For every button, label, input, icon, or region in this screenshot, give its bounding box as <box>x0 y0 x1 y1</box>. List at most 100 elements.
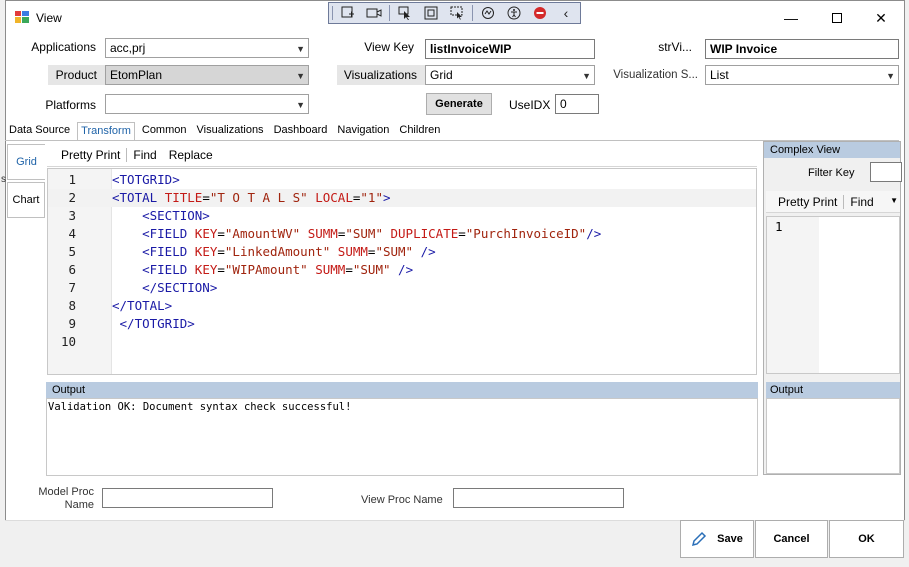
maximize-button[interactable] <box>814 5 860 31</box>
code-token: <TOTAL <box>112 190 165 205</box>
viewkey-input[interactable]: listInvoiceWIP <box>425 39 595 59</box>
close-button[interactable]: ✕ <box>858 5 904 31</box>
accessibility-icon[interactable] <box>503 4 525 22</box>
code-text: <FIELD KEY="LinkedAmount" SUMM="SUM" /> <box>112 243 436 261</box>
code-line: 10 <box>48 333 756 351</box>
vis-s-value: List <box>710 68 729 82</box>
code-text: <TOTGRID> <box>112 171 180 189</box>
window-title: View <box>36 11 62 25</box>
cv-editor[interactable]: 1 <box>766 216 900 374</box>
debug-toolbar: ‹ <box>328 2 581 24</box>
code-line: 6 <FIELD KEY="WIPAmount" SUMM="SUM" /> <box>48 261 756 279</box>
tab-data-source[interactable]: Data Source <box>6 122 73 140</box>
model-proc-input[interactable] <box>102 488 273 508</box>
tab-visualizations[interactable]: Visualizations <box>194 122 267 140</box>
code-line: 8 </TOTAL> <box>48 297 756 315</box>
cv-output-header: Output <box>766 382 900 398</box>
code-token: DUPLICATE <box>382 226 459 241</box>
code-line: 2 <TOTAL TITLE="T O T A L S" LOCAL="1"> <box>48 189 756 207</box>
code-token: = <box>458 226 466 241</box>
product-select[interactable]: EtomPlan ▼ <box>105 65 309 85</box>
code-token: SUMM <box>330 244 368 259</box>
code-text: <TOTAL TITLE="T O T A L S" LOCAL="1"> <box>112 189 391 207</box>
generate-button[interactable]: Generate <box>426 93 492 115</box>
cv-output-console <box>766 398 900 474</box>
overflow-chevron-icon[interactable]: ▼ <box>890 196 898 205</box>
code-line: 4 <FIELD KEY="AmountWV" SUMM="SUM" DUPLI… <box>48 225 756 243</box>
applications-label: Applications <box>31 40 96 54</box>
editor-toolbar: Pretty Print Find Replace <box>47 143 757 167</box>
vtab-grid[interactable]: Grid <box>7 144 45 180</box>
stop-icon[interactable] <box>529 4 551 22</box>
toolbar-separator <box>843 194 845 209</box>
platforms-select[interactable]: ▼ <box>105 94 309 114</box>
code-token: KEY <box>194 244 218 259</box>
save-label: Save <box>717 533 743 545</box>
chevron-down-icon: ▼ <box>296 100 305 110</box>
tab-children[interactable]: Children <box>396 122 443 140</box>
chevron-left-icon[interactable]: ‹ <box>555 4 577 22</box>
frame-icon[interactable] <box>420 4 442 22</box>
line-number: 10 <box>60 334 76 349</box>
code-token: <FIELD <box>112 226 195 241</box>
view-proc-input[interactable] <box>453 488 624 508</box>
save-button[interactable]: Save <box>680 520 754 558</box>
line-number: 4 <box>68 226 76 241</box>
pencil-icon <box>692 531 707 547</box>
tab-strip: Data Source Transform Common Visualizations… <box>6 122 447 140</box>
code-token: </SECTION> <box>112 280 218 295</box>
select-pointer-icon[interactable] <box>394 4 416 22</box>
eye-icon[interactable] <box>477 4 499 22</box>
pretty-print-button[interactable]: Pretty Print <box>55 148 126 162</box>
visualizations-select[interactable]: Grid ▼ <box>425 65 595 85</box>
cv-find-button[interactable]: Find <box>850 195 873 209</box>
code-token: <TOTGRID> <box>112 172 180 187</box>
product-label: Product <box>48 65 105 85</box>
video-icon[interactable] <box>363 4 385 22</box>
filter-key-label: Filter Key <box>808 167 855 179</box>
tab-navigation[interactable]: Navigation <box>334 122 392 140</box>
code-token: "SUM" <box>352 262 391 277</box>
vis-s-select[interactable]: List ▼ <box>705 65 899 85</box>
code-editor[interactable]: 1 <TOTGRID> 2 <TOTAL TITLE="T O T A L S" LO… <box>47 168 757 375</box>
replace-button[interactable]: Replace <box>163 148 219 162</box>
cv-line-number: 1 <box>775 219 783 234</box>
useidx-input[interactable]: 0 <box>555 94 599 114</box>
find-button[interactable]: Find <box>127 148 162 162</box>
code-token: /> <box>586 226 602 241</box>
line-number: 3 <box>68 208 76 223</box>
tab-common[interactable]: Common <box>139 122 190 140</box>
visualizations-label: Visualizations <box>337 65 425 85</box>
tab-transform[interactable]: Transform <box>77 122 135 140</box>
tab-dashboard[interactable]: Dashboard <box>271 122 331 140</box>
toolbar-grip <box>332 6 333 20</box>
code-token: > <box>382 190 391 205</box>
code-token: KEY <box>194 262 218 277</box>
code-token: </TOTGRID> <box>112 316 195 331</box>
cv-toolbar: Pretty Print Find ▼ <box>766 191 900 213</box>
line-number: 2 <box>68 190 76 205</box>
code-token: /> <box>390 262 414 277</box>
code-line: 3 <SECTION> <box>48 207 756 225</box>
line-number: 5 <box>68 244 76 259</box>
cv-pretty-print-button[interactable]: Pretty Print <box>778 195 837 209</box>
applications-select[interactable]: acc,prj ▼ <box>105 38 309 58</box>
code-token: = <box>202 190 210 205</box>
cancel-button[interactable]: Cancel <box>755 520 828 558</box>
ok-button[interactable]: OK <box>829 520 904 558</box>
filter-key-input[interactable] <box>870 162 902 182</box>
code-token: <FIELD <box>112 262 195 277</box>
add-view-icon[interactable] <box>337 4 359 22</box>
minimize-button[interactable]: — <box>768 5 814 31</box>
code-text: <FIELD KEY="AmountWV" SUMM="SUM" DUPLICA… <box>112 225 601 243</box>
code-token: KEY <box>194 226 218 241</box>
code-text: </SECTION> <box>112 279 217 297</box>
region-pointer-icon[interactable] <box>446 4 468 22</box>
code-token: TITLE <box>164 190 203 205</box>
toolbar-separator <box>389 5 390 21</box>
code-token: = <box>217 262 225 277</box>
code-token: "PurchInvoiceID" <box>465 226 587 241</box>
code-token: "WIPAmount" <box>224 262 308 277</box>
strvi-input[interactable]: WIP Invoice <box>705 39 899 59</box>
vtab-chart[interactable]: Chart <box>7 182 45 218</box>
